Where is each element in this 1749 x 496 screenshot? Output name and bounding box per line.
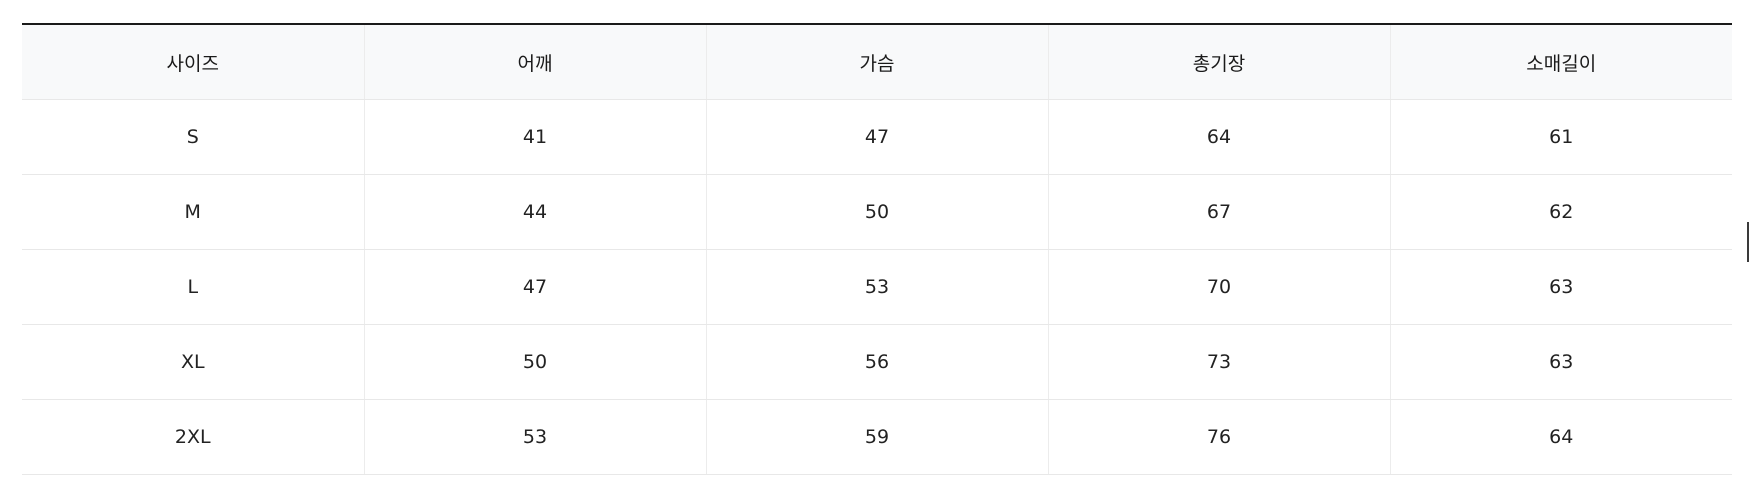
table-row: S 41 47 64 61: [22, 99, 1732, 175]
table-row: XL 50 56 73 63: [22, 324, 1732, 400]
size-chart-body: S 41 47 64 61 M 44 50 67 62 L 47 53 70 6…: [22, 99, 1732, 475]
cell-size: S: [22, 99, 364, 175]
cell-chest: 47: [705, 99, 1048, 175]
cell-sleeve-length: 63: [1389, 324, 1732, 400]
cell-shoulder: 47: [363, 249, 706, 325]
header-sleeve-length: 소매길이: [1389, 24, 1732, 100]
table-row: 2XL 53 59 76 64: [22, 399, 1732, 475]
cell-chest: 50: [705, 174, 1048, 250]
cell-chest: 53: [705, 249, 1048, 325]
header-chest: 가슴: [705, 24, 1048, 100]
cell-total-length: 64: [1047, 99, 1390, 175]
header-shoulder: 어깨: [363, 24, 706, 100]
cell-chest: 59: [705, 399, 1048, 475]
cell-sleeve-length: 63: [1389, 249, 1732, 325]
cell-shoulder: 41: [363, 99, 706, 175]
cell-total-length: 70: [1047, 249, 1390, 325]
table-row: L 47 53 70 63: [22, 249, 1732, 325]
cell-shoulder: 44: [363, 174, 706, 250]
size-chart-table: 사이즈 어깨 가슴 총기장 소매길이 S 41 47 64 61 M 44 50…: [22, 23, 1732, 475]
cell-size: 2XL: [22, 399, 364, 475]
size-chart-header: 사이즈 어깨 가슴 총기장 소매길이: [22, 24, 1732, 100]
cell-shoulder: 53: [363, 399, 706, 475]
table-row: M 44 50 67 62: [22, 174, 1732, 250]
cell-sleeve-length: 62: [1389, 174, 1732, 250]
cell-total-length: 67: [1047, 174, 1390, 250]
header-row: 사이즈 어깨 가슴 총기장 소매길이: [22, 24, 1732, 100]
cell-total-length: 76: [1047, 399, 1390, 475]
cell-size: XL: [22, 324, 364, 400]
cell-chest: 56: [705, 324, 1048, 400]
cell-shoulder: 50: [363, 324, 706, 400]
header-size: 사이즈: [22, 24, 364, 100]
header-total-length: 총기장: [1047, 24, 1390, 100]
cell-sleeve-length: 64: [1389, 399, 1732, 475]
cell-sleeve-length: 61: [1389, 99, 1732, 175]
cell-size: L: [22, 249, 364, 325]
cell-total-length: 73: [1047, 324, 1390, 400]
cell-size: M: [22, 174, 364, 250]
